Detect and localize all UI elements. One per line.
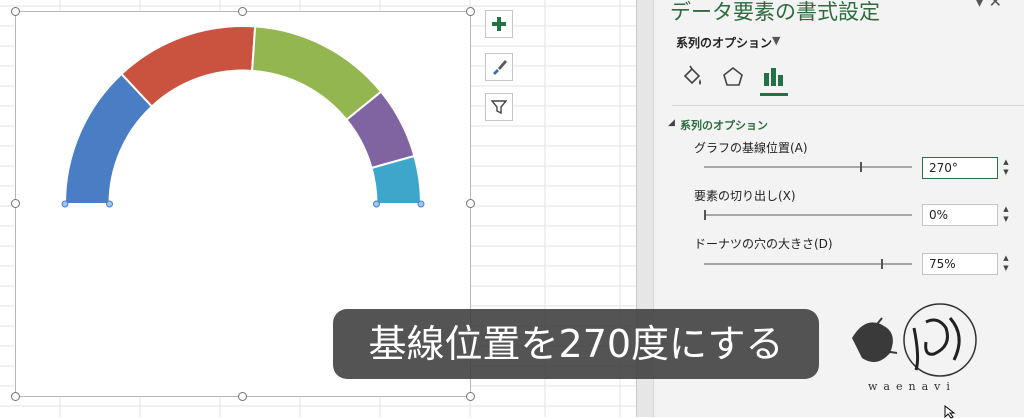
resize-handle[interactable]: [11, 199, 20, 208]
hole-size-spinner[interactable]: ▲ ▼: [998, 253, 1014, 275]
chart-styles-button[interactable]: [485, 53, 513, 81]
collapse-triangle-icon[interactable]: ◢: [668, 118, 675, 128]
series-options-dropdown[interactable]: 系列のオプション: [676, 34, 772, 51]
resize-handle[interactable]: [11, 392, 20, 401]
section-series-options[interactable]: 系列のオプション: [680, 117, 768, 133]
selection-point[interactable]: [373, 200, 380, 208]
pane-title: データ要素の書式設定: [670, 0, 880, 24]
brush-icon: [493, 60, 507, 75]
divider: [672, 105, 1024, 106]
selection-point[interactable]: [61, 200, 69, 208]
active-tab-indicator: [760, 93, 788, 96]
option-label-explosion: 要素の切り出し(X): [694, 189, 796, 203]
explosion-spinner[interactable]: ▲ ▼: [998, 204, 1014, 226]
effects-pentagon-icon[interactable]: [720, 64, 746, 90]
explosion-slider-thumb[interactable]: [704, 210, 706, 220]
chart-elements-button[interactable]: [485, 10, 513, 38]
chevron-down-icon[interactable]: ▼: [772, 34, 780, 47]
explosion-input[interactable]: 0%: [922, 204, 998, 226]
chart-filters-button[interactable]: [485, 93, 513, 121]
doughnut-slice-3[interactable]: [251, 25, 383, 122]
doughnut-slice-2[interactable]: [120, 25, 257, 108]
angle-spinner[interactable]: ▲ ▼: [998, 157, 1014, 179]
selection-point[interactable]: [106, 200, 113, 208]
resize-handle[interactable]: [11, 7, 20, 16]
fill-line-icon[interactable]: [680, 64, 706, 90]
close-icon[interactable]: ▾ ✕: [975, 0, 1002, 11]
angle-input[interactable]: 270°: [922, 157, 998, 179]
logo-text: waenavi: [868, 380, 956, 393]
resize-handle[interactable]: [238, 392, 247, 401]
option-label-hole-size: ドーナツの穴の大きさ(D): [694, 237, 833, 251]
hole-size-input[interactable]: 75%: [922, 253, 998, 275]
selection-point[interactable]: [417, 200, 425, 208]
resize-handle[interactable]: [466, 7, 475, 16]
resize-handle[interactable]: [466, 199, 475, 208]
series-options-bar-icon[interactable]: [760, 64, 786, 90]
plus-icon: [492, 17, 506, 31]
angle-slider-thumb[interactable]: [860, 162, 862, 172]
hole-size-slider-thumb[interactable]: [881, 259, 883, 269]
filter-icon: [491, 100, 507, 115]
explosion-slider[interactable]: [704, 214, 912, 216]
video-caption: 基線位置を270度にする: [333, 309, 819, 379]
option-label-angle: グラフの基線位置(A): [694, 141, 808, 155]
angle-slider[interactable]: [704, 166, 912, 168]
resize-handle[interactable]: [238, 7, 247, 16]
resize-handle[interactable]: [466, 392, 475, 401]
